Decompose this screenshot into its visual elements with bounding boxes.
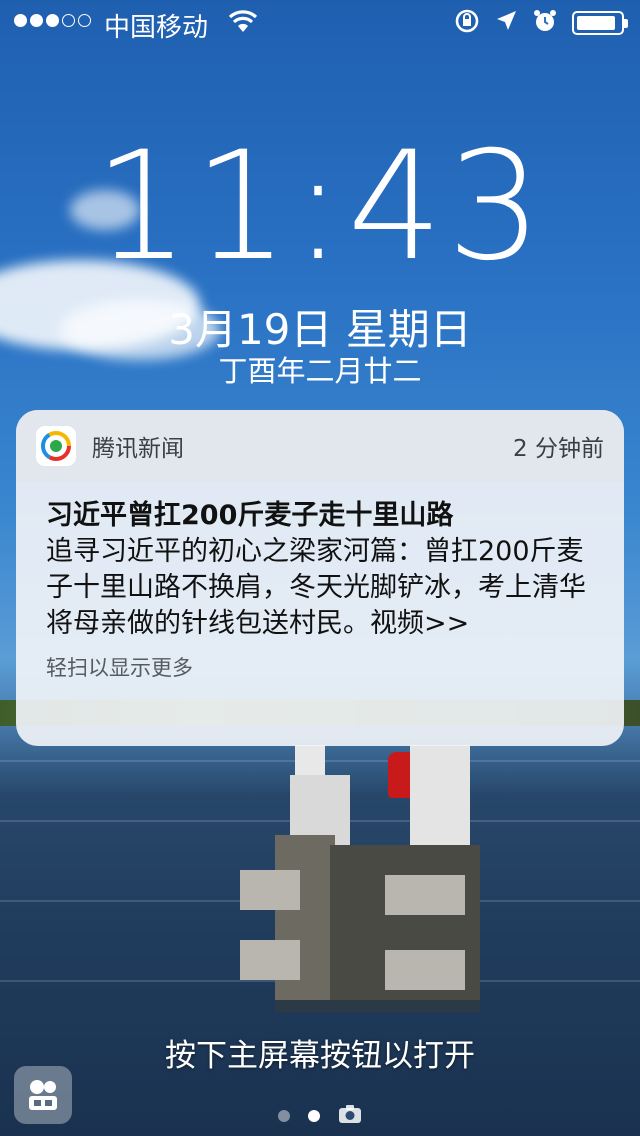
alarm-icon bbox=[532, 8, 558, 38]
page-dot bbox=[278, 1110, 290, 1122]
clock-time: 11:43 bbox=[93, 120, 547, 294]
camera-icon[interactable] bbox=[338, 1104, 362, 1128]
carrier-name: 中国移动 bbox=[104, 13, 209, 43]
lock-screen: 中国移动 11:43 3月19日 星期日 丁酉年二月廿二 腾讯新闻 2 分钟前 … bbox=[0, 0, 640, 1136]
unlock-hint: 按下主屏幕按钮以打开 bbox=[165, 1038, 475, 1074]
signal-strength-indicator bbox=[14, 14, 91, 27]
wifi-icon bbox=[228, 10, 258, 38]
page-indicator[interactable] bbox=[0, 1104, 640, 1128]
page-dot-active bbox=[308, 1110, 320, 1122]
rotation-lock-icon bbox=[454, 8, 480, 38]
notification-text: 追寻习近平的初心之梁家河篇：曾扛200斤麦子十里山路不换肩，冬天光脚铲冰，考上清… bbox=[46, 536, 586, 639]
notification-app-name: 腾讯新闻 bbox=[92, 436, 184, 462]
notification-header: 腾讯新闻 2 分钟前 bbox=[16, 410, 624, 482]
notification-body: 习近平曾扛200斤麦子走十里山路 追寻习近平的初心之梁家河篇：曾扛200斤麦子十… bbox=[16, 482, 624, 682]
notification-title: 习近平曾扛200斤麦子走十里山路 bbox=[46, 500, 454, 531]
lunar-date-label: 丁酉年二月廿二 bbox=[218, 354, 422, 388]
status-bar: 中国移动 bbox=[0, 0, 640, 48]
battery-level bbox=[577, 16, 615, 30]
news-notification[interactable]: 腾讯新闻 2 分钟前 习近平曾扛200斤麦子走十里山路 追寻习近平的初心之梁家河… bbox=[16, 410, 624, 746]
battery-icon bbox=[572, 11, 628, 35]
tencent-news-app-icon bbox=[36, 426, 76, 466]
notification-time: 2 分钟前 bbox=[513, 436, 604, 462]
swipe-hint: 轻扫以显示更多 bbox=[46, 656, 193, 680]
location-arrow-icon bbox=[494, 9, 518, 37]
